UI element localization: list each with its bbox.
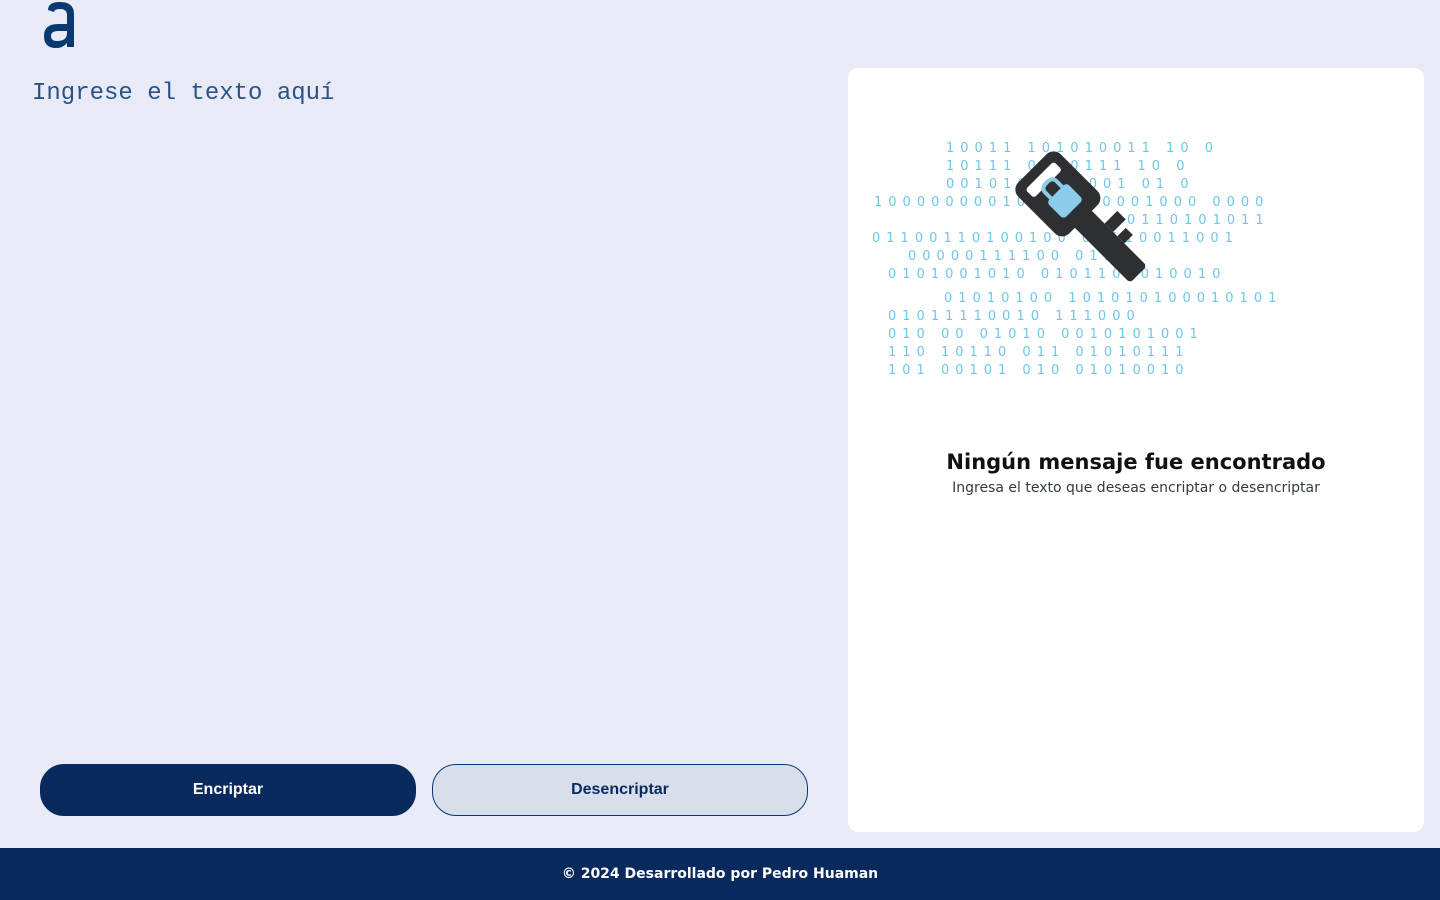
alura-logo-icon [44,2,74,48]
footer-text: © 2024 Desarrollado por Pedro Huaman [561,866,879,882]
message-input[interactable] [32,80,812,740]
svg-text:0101001010 0101101010010: 0101001010 0101101010010 [888,267,1226,282]
svg-text:101 00101 010 01010: 101 00101 010 01010010 [888,363,1190,378]
svg-text:10011 101010011 10 0: 10011 101010011 10 0 [946,141,1219,156]
no-message-subtitle: Ingresa el texto que deseas encriptar o … [952,480,1320,496]
decrypt-button[interactable]: Desencriptar [432,764,808,816]
svg-text:010 00 01010 0010101001: 010 00 01010 0010101001 [888,327,1204,342]
svg-text:01010100 101010100010101: 01010100 101010100010101 [944,291,1282,306]
encrypt-button[interactable]: Encriptar [40,764,416,816]
no-message-title: Ningún mensaje fue encontrado [946,450,1326,474]
key-binary-illustration-icon: 10011 101010011 10 0 10111 0110111 10 0 … [872,141,1282,378]
footer: © 2024 Desarrollado por Pedro Huaman [0,848,1440,900]
svg-text:110 10110 011 01010: 110 10110 011 01010111 [888,345,1190,360]
svg-text:01011110010 111000: 01011110010 111000 [888,309,1141,324]
output-panel: 10011 101010011 10 0 10111 0110111 10 0 … [848,68,1424,832]
page: Encriptar Desencriptar 10011 101010011 1… [0,0,1440,900]
